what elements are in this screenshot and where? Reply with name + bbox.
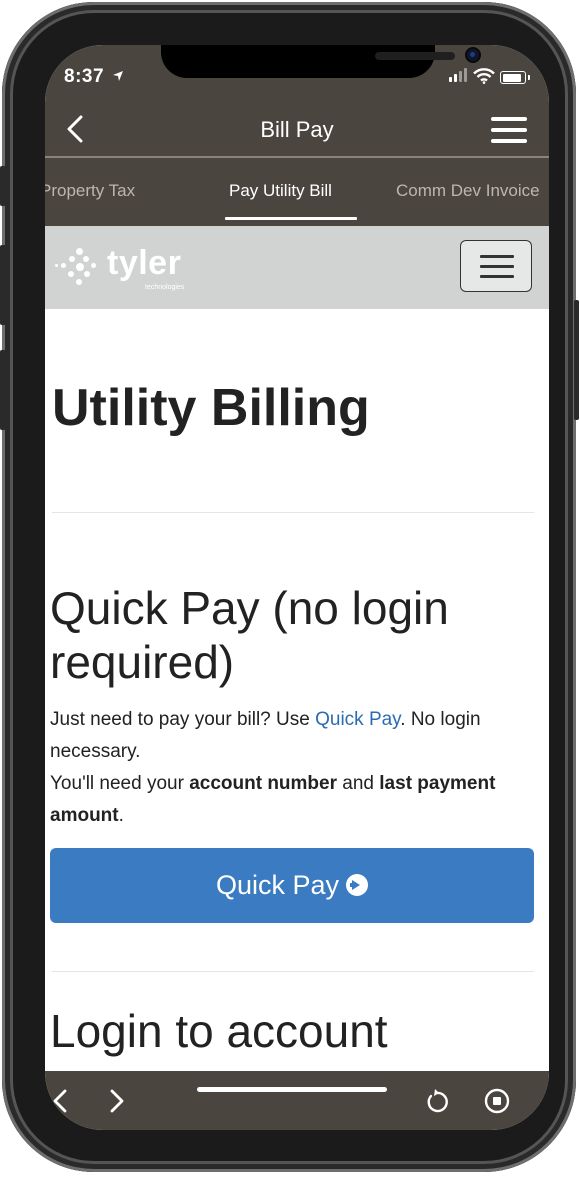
notch xyxy=(161,45,479,78)
app-top-bar: 8:37 Bill Pay Property Tax Pay Utility B… xyxy=(45,45,549,226)
quick-pay-heading-line1: Quick Pay (no login xyxy=(50,582,449,634)
quick-pay-heading: Quick Pay (no login required) xyxy=(50,581,449,689)
nav-bar: Bill Pay xyxy=(45,103,549,155)
login-heading: Login to account management xyxy=(50,1004,388,1071)
ringer-switch xyxy=(0,166,6,206)
stop-icon xyxy=(484,1088,510,1114)
location-arrow-icon xyxy=(112,71,123,81)
tab-strip: Pay Property Tax Pay Utility Bill Comm D… xyxy=(45,158,549,226)
active-tab-indicator xyxy=(225,217,357,220)
chevron-left-icon xyxy=(53,1089,67,1113)
quick-pay-button[interactable]: Quick Pay xyxy=(50,848,534,923)
login-heading-line1: Login to account xyxy=(50,1005,388,1057)
volume-up-button xyxy=(0,245,6,325)
quick-pay-requirements: You'll need your account number and last… xyxy=(50,768,544,832)
browser-toolbar xyxy=(45,1071,549,1130)
req-text: . xyxy=(118,805,124,826)
web-content[interactable]: tyler technologies Utility Billing Quick… xyxy=(45,226,549,1071)
volume-down-button xyxy=(0,350,6,430)
browser-forward-button[interactable] xyxy=(103,1071,133,1130)
quick-pay-button-content: Quick Pay xyxy=(50,870,534,901)
arrow-circle-right-icon xyxy=(346,874,369,896)
front-camera xyxy=(467,49,479,61)
login-heading-line2: management xyxy=(50,1058,388,1071)
status-icons xyxy=(445,67,535,87)
power-button xyxy=(574,300,579,420)
battery-icon xyxy=(500,71,530,84)
quick-pay-button-label: Quick Pay xyxy=(215,870,340,900)
desc-text: Just need to pay your bill? Use xyxy=(50,709,316,730)
req-account-number: account number xyxy=(189,773,338,794)
tab-comm-dev-invoice[interactable]: Comm Dev Invoice xyxy=(396,181,540,201)
site-header: tyler technologies xyxy=(45,226,549,309)
quick-pay-heading-line2: required) xyxy=(50,636,235,688)
reload-icon xyxy=(427,1089,448,1113)
tab-pay-utility-bill[interactable]: Pay Utility Bill xyxy=(229,181,332,201)
page-title: Utility Billing xyxy=(52,379,370,437)
status-time: 8:37 xyxy=(64,66,124,88)
quick-pay-description: Just need to pay your bill? Use Quick Pa… xyxy=(50,704,544,768)
phone-screen: 8:37 Bill Pay Property Tax Pay Utility B… xyxy=(45,45,549,1130)
tyler-logo-subtext: technologies xyxy=(145,284,185,291)
stop-button[interactable] xyxy=(480,1071,514,1130)
divider xyxy=(52,971,534,972)
quick-pay-link[interactable]: Quick Pay xyxy=(315,709,400,730)
browser-back-button[interactable] xyxy=(47,1071,77,1130)
tyler-logo-icon xyxy=(55,248,105,288)
tab-pay-property-tax[interactable]: Pay Property Tax xyxy=(45,181,135,201)
site-menu-toggle[interactable] xyxy=(460,240,532,292)
status-time-text: 8:37 xyxy=(64,66,105,87)
tyler-logo-text: tyler xyxy=(107,244,182,282)
reload-button[interactable] xyxy=(420,1071,454,1130)
req-text: and xyxy=(337,773,380,794)
wifi-icon xyxy=(473,68,495,84)
home-indicator[interactable] xyxy=(197,1087,387,1092)
nav-title: Bill Pay xyxy=(260,117,334,142)
req-text: You'll need your xyxy=(50,773,190,794)
divider xyxy=(52,512,534,513)
menu-button[interactable] xyxy=(491,117,527,143)
cell-signal-icon xyxy=(449,67,469,85)
chevron-right-icon xyxy=(110,1089,124,1113)
speaker xyxy=(375,52,455,60)
